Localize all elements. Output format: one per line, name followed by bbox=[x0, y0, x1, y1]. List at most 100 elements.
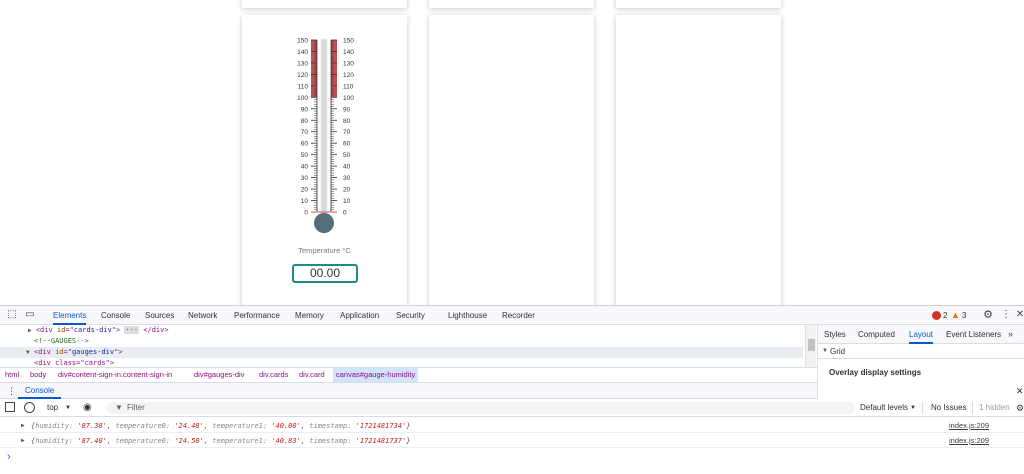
error-icon[interactable] bbox=[932, 311, 941, 320]
thermometer-gauge: 150 150140 140130 130120 120110 110100 10090 90… bbox=[297, 38, 354, 233]
card-top-1 bbox=[242, 0, 407, 8]
tick-label-left: 20 bbox=[301, 187, 309, 194]
log-source-link[interactable]: index.js:209 bbox=[949, 434, 989, 448]
hidden-count: 1 hidden bbox=[979, 403, 1010, 412]
filter-placeholder: Filter bbox=[127, 403, 145, 412]
context-dropdown-icon[interactable]: ▼ bbox=[65, 399, 71, 417]
log-object-preview[interactable]: {humidity: '87.40', temperature0: '24.50… bbox=[31, 434, 410, 448]
dom-node-cards[interactable]: <div class="cards"> bbox=[34, 358, 114, 367]
tick-label-left: 60 bbox=[301, 141, 309, 148]
console-settings-gear-icon[interactable]: ⚙ bbox=[1016, 399, 1024, 417]
dom-node-cards-div[interactable]: ▶ <div id="cards-div"> ··· </div> bbox=[28, 325, 169, 336]
tab-security[interactable]: Security bbox=[396, 306, 425, 325]
tick-label-right: 70 bbox=[343, 129, 351, 136]
tick-label-right: 110 bbox=[343, 83, 354, 90]
tick-label-left: 120 bbox=[297, 72, 308, 79]
tick-label-left: 80 bbox=[301, 118, 309, 125]
log-expand-triangle-icon[interactable]: ▶ bbox=[21, 419, 25, 433]
breadcrumb-html[interactable]: html bbox=[2, 368, 22, 382]
console-toolbar: top ▼ ◉ ▼ Filter Default levels ▼ No Iss… bbox=[0, 399, 1024, 417]
drawer-tabbar: ⋮ Console bbox=[0, 382, 817, 399]
live-expression-eye-icon[interactable]: ◉ bbox=[83, 399, 92, 417]
warning-icon[interactable]: ▲ bbox=[951, 306, 960, 325]
tick-label-right: 120 bbox=[343, 72, 354, 79]
breadcrumb-canvas-gauge-humidity[interactable]: canvas#gauge-humidity bbox=[333, 368, 419, 382]
sidebar-toggle-icon[interactable] bbox=[5, 402, 15, 412]
highlight-zone-left bbox=[311, 40, 317, 98]
gauge-card-3 bbox=[616, 15, 781, 305]
drawer-tab-console[interactable]: Console bbox=[18, 383, 62, 399]
log-levels-select[interactable]: Default levels bbox=[860, 399, 908, 417]
gauge-card-temperature: 150 150 140 140 130 130 120 120 110 110 100 100 90 90… bbox=[242, 15, 407, 305]
more-options-icon[interactable]: ⋮ bbox=[1000, 309, 1012, 321]
grid-section-title[interactable]: Grid bbox=[830, 344, 845, 359]
dom-comment-gauges[interactable]: <!--GAUGES--> bbox=[34, 336, 89, 347]
device-toolbar-icon[interactable]: ▭ bbox=[24, 309, 36, 321]
tab-performance[interactable]: Performance bbox=[234, 306, 280, 325]
warning-count[interactable]: 3 bbox=[962, 306, 966, 325]
tick-label-right: 100 bbox=[343, 95, 354, 102]
tab-sources[interactable]: Sources bbox=[145, 306, 174, 325]
tick-label-left: 30 bbox=[301, 175, 309, 182]
tick-label-left: 0 bbox=[304, 210, 308, 217]
tick-label-right: 40 bbox=[343, 164, 351, 171]
tick-label-right: 0 bbox=[343, 210, 347, 217]
filter-icon: ▼ bbox=[115, 403, 123, 412]
clear-console-icon[interactable] bbox=[24, 402, 35, 413]
close-devtools-icon[interactable]: ✕ bbox=[1014, 309, 1024, 321]
tick-label-left: 50 bbox=[301, 152, 309, 159]
console-prompt-icon[interactable]: › bbox=[7, 450, 11, 464]
expand-triangle-icon[interactable]: ▶ bbox=[28, 327, 32, 334]
issues-counter[interactable]: No Issues bbox=[931, 399, 967, 417]
levels-dropdown-icon[interactable]: ▼ bbox=[910, 399, 916, 417]
inspect-element-icon[interactable]: ⬚ bbox=[6, 309, 18, 321]
tick-label-right: 150 bbox=[343, 38, 354, 45]
tab-memory[interactable]: Memory bbox=[295, 306, 324, 325]
toolbar-divider-2 bbox=[972, 402, 973, 414]
tab-computed[interactable]: Computed bbox=[858, 325, 895, 344]
tick-label-right: 60 bbox=[343, 141, 351, 148]
tab-styles[interactable]: Styles bbox=[824, 325, 846, 344]
context-select[interactable]: top bbox=[47, 399, 58, 417]
dom-node-gauges-div[interactable]: ▼ <div id="gauges-div"> bbox=[0, 347, 803, 358]
tab-event-listeners[interactable]: Event Listeners bbox=[946, 325, 1001, 344]
tick-label-left: 150 bbox=[297, 38, 308, 45]
more-tabs-chevron-icon[interactable]: » bbox=[1008, 325, 1013, 344]
close-drawer-icon[interactable]: ✕ bbox=[1016, 383, 1024, 399]
tick-label-left: 130 bbox=[297, 60, 308, 67]
breadcrumb-cards[interactable]: div.cards bbox=[256, 368, 291, 382]
tab-recorder[interactable]: Recorder bbox=[502, 306, 535, 325]
error-count[interactable]: 2 bbox=[943, 306, 947, 325]
tick-label-right: 80 bbox=[343, 118, 351, 125]
grid-expand-triangle-icon[interactable]: ▼ bbox=[822, 344, 828, 359]
breadcrumb-gauges-div[interactable]: div#gauges-div bbox=[191, 368, 247, 382]
gauge-label: Temperature °C bbox=[298, 246, 351, 255]
tick-label-right: 30 bbox=[343, 175, 351, 182]
tab-console[interactable]: Console bbox=[101, 306, 130, 325]
tab-layout[interactable]: Layout bbox=[909, 325, 934, 344]
tab-lighthouse[interactable]: Lighthouse bbox=[448, 306, 487, 325]
tab-elements[interactable]: Elements bbox=[53, 306, 87, 325]
tab-application[interactable]: Application bbox=[340, 306, 379, 325]
tab-network[interactable]: Network bbox=[188, 306, 217, 325]
breadcrumb-card[interactable]: div.card bbox=[296, 368, 328, 382]
toolbar-divider bbox=[922, 402, 923, 414]
log-object-preview[interactable]: {humidity: '87.38', temperature0: '24.48… bbox=[31, 419, 410, 433]
tick-label-right: 50 bbox=[343, 152, 351, 159]
settings-gear-icon[interactable]: ⚙ bbox=[982, 309, 994, 321]
tick-label-left: 100 bbox=[297, 95, 308, 102]
console-log-row[interactable]: ▶ {humidity: '87.40', temperature0: '24.… bbox=[0, 434, 1024, 448]
elements-scrollbar[interactable] bbox=[805, 325, 816, 367]
log-expand-triangle-icon[interactable]: ▶ bbox=[21, 434, 25, 448]
thermometer-tube bbox=[320, 38, 328, 218]
gauge-card-2 bbox=[429, 15, 594, 305]
breadcrumb-body[interactable]: body bbox=[27, 368, 49, 382]
drawer-menu-icon[interactable]: ⋮ bbox=[7, 383, 16, 399]
tick-label-right: 20 bbox=[343, 187, 351, 194]
filter-input[interactable]: ▼ Filter bbox=[107, 402, 855, 414]
log-source-link[interactable]: index.js:209 bbox=[949, 419, 989, 433]
collapse-triangle-icon[interactable]: ▼ bbox=[26, 347, 30, 358]
console-log-row[interactable]: ▶ {humidity: '87.38', temperature0: '24.… bbox=[0, 419, 1024, 433]
devtools-tabbar: ⬚ ▭ Elements Console Sources Network Per… bbox=[0, 306, 1024, 325]
breadcrumb-content-sign-in[interactable]: div#content-sign-in.content-sign-in bbox=[55, 368, 175, 382]
